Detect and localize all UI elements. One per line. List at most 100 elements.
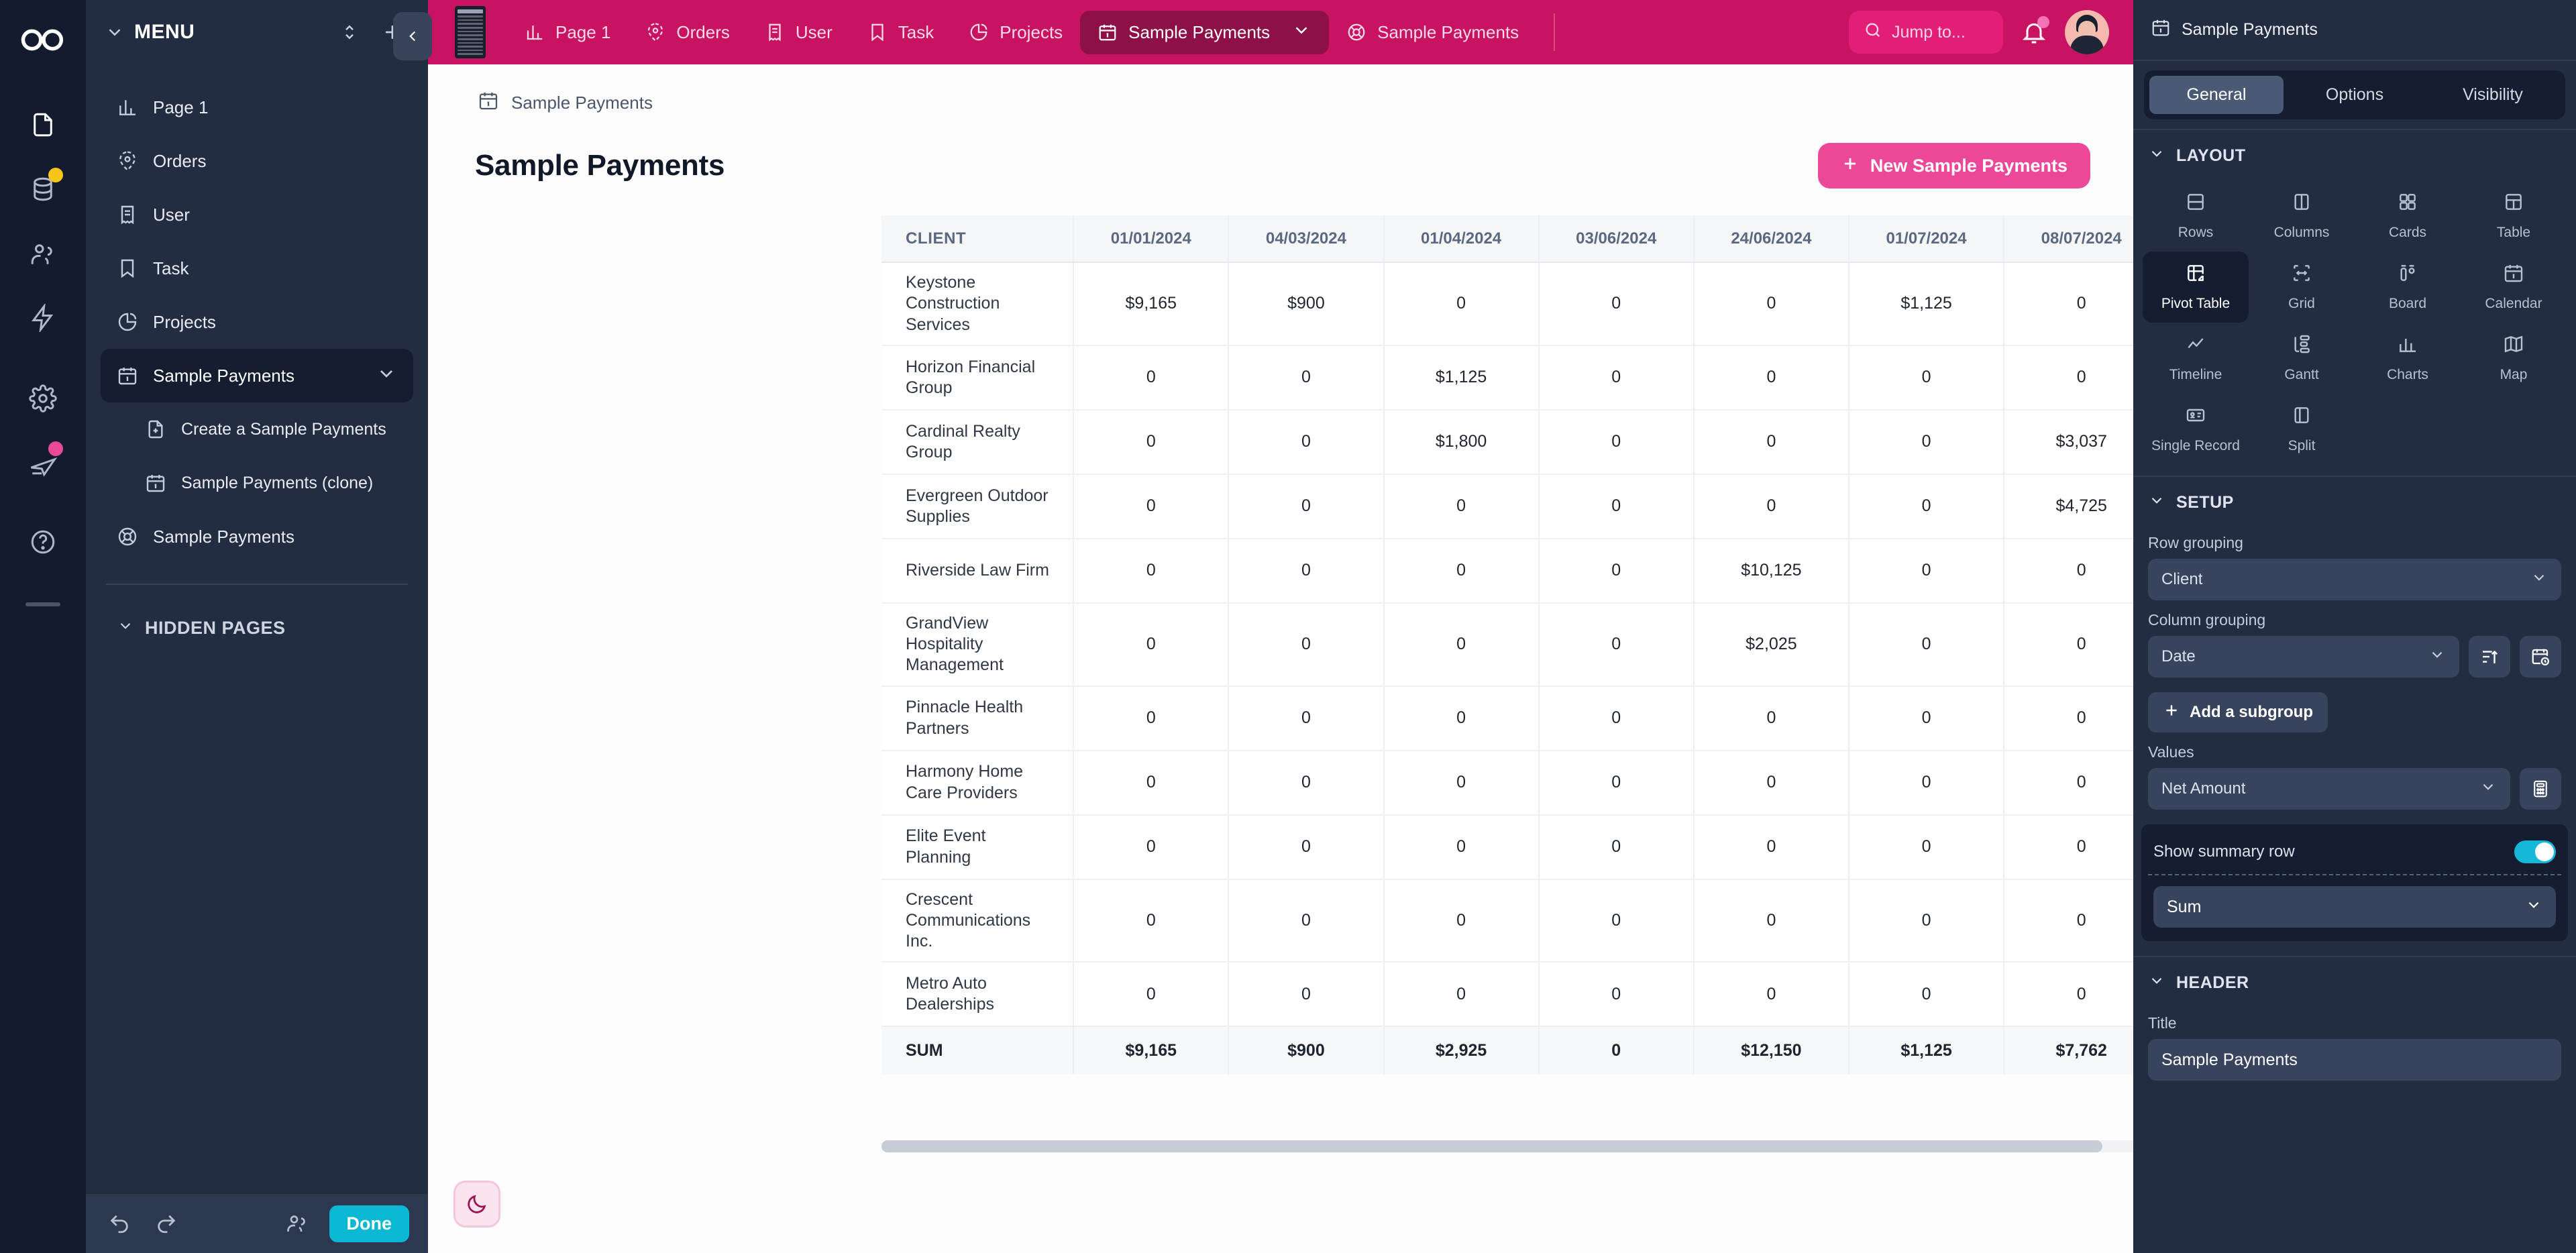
table-cell[interactable]: 0 [1693,879,1849,963]
table-row[interactable]: Horizon Financial Group00$1,12500000$225… [881,345,2133,411]
table-cell[interactable]: $9,165 [1073,262,1230,346]
table-cell[interactable]: 0 [1848,474,2005,539]
show-summary-toggle[interactable] [2514,840,2556,863]
table-cell[interactable]: 0 [1848,345,2005,411]
table-cell[interactable]: 0 [1538,538,1695,604]
table-cell[interactable]: 0 [1538,602,1695,687]
column-grouping-select[interactable]: Date [2148,636,2459,677]
table-cell[interactable]: 0 [2004,538,2133,604]
table-cell[interactable]: 0 [1848,814,2005,880]
table-row[interactable]: Riverside Law Firm0000$10,12500$2,02500 [881,538,2133,604]
tab-projects[interactable]: Projects [951,13,1080,52]
table-cell[interactable]: 0 [1073,538,1230,604]
layout-option-timeline[interactable]: Timeline [2143,323,2249,394]
layout-option-columns[interactable]: Columns [2249,180,2355,252]
dark-mode-toggle[interactable] [453,1181,500,1228]
table-cell[interactable]: 0 [1383,538,1540,604]
header-section-header[interactable]: HEADER [2133,957,2576,1003]
table-cell[interactable]: 0 [2004,750,2133,816]
table-cell[interactable]: 0 [1073,686,1230,751]
tab-options[interactable]: Options [2288,76,2422,114]
scrollbar-thumb[interactable] [881,1140,2102,1152]
table-cell[interactable]: 0 [1693,686,1849,751]
column-header-date[interactable]: 01/07/2024 [1848,215,2005,263]
tab-user[interactable]: User [747,13,850,52]
column-header-date[interactable]: 01/01/2024 [1073,215,1230,263]
column-header-date[interactable]: 01/04/2024 [1383,215,1540,263]
layout-option-rows[interactable]: Rows [2143,180,2249,252]
calculator-icon[interactable] [2520,768,2561,810]
table-cell[interactable]: 0 [1693,962,1849,1028]
page-thumbnail[interactable] [455,6,486,58]
table-cell[interactable]: 0 [1693,409,1849,475]
table-cell[interactable]: 0 [1228,409,1385,475]
column-header-date[interactable]: 03/06/2024 [1538,215,1695,263]
table-row[interactable]: Evergreen Outdoor Supplies000000$4,725$1… [881,474,2133,539]
tab-sample-payments[interactable]: Sample Payments [1080,10,1330,54]
table-cell[interactable]: 0 [1228,602,1385,687]
table-cell[interactable]: $1,800 [1383,409,1540,475]
tab-task[interactable]: Task [850,13,951,52]
table-cell[interactable]: 0 [2004,879,2133,963]
table-cell[interactable]: 0 [1073,409,1230,475]
table-row[interactable]: Harmony Home Care Providers00000000$2250 [881,750,2133,816]
bell-icon[interactable] [2021,16,2049,46]
jump-to-search[interactable]: Jump to... [1849,11,2003,54]
tab-general[interactable]: General [2149,76,2284,114]
table-cell[interactable]: 0 [2004,602,2133,687]
table-cell[interactable]: 0 [1383,602,1540,687]
table-cell[interactable]: 0 [1228,814,1385,880]
menu-item-sample-payments[interactable]: Sample Payments [101,349,413,402]
table-cell[interactable]: 0 [1383,686,1540,751]
table-cell[interactable]: 0 [1073,879,1230,963]
table-cell[interactable]: 0 [1848,538,2005,604]
table-cell[interactable]: 0 [1073,962,1230,1028]
undo-icon[interactable] [105,1209,134,1238]
table-row[interactable]: Pinnacle Health Partners0000000$6,30000$… [881,686,2133,751]
table-cell[interactable]: 0 [1383,962,1540,1028]
layout-option-pivot-table[interactable]: Pivot Table [2143,252,2249,323]
table-cell[interactable]: 0 [1538,262,1695,346]
sort-toggle-icon[interactable] [339,22,360,42]
table-cell[interactable]: 0 [1073,814,1230,880]
breadcrumb[interactable]: Sample Payments [428,64,2133,116]
column-header-date[interactable]: 08/07/2024 [2004,215,2133,263]
layout-option-gantt[interactable]: Gantt [2249,323,2355,394]
summary-function-select[interactable]: Sum [2153,886,2556,928]
table-cell[interactable]: 0 [2004,345,2133,411]
table-cell[interactable]: 0 [2004,814,2133,880]
table-cell[interactable]: 0 [1538,750,1695,816]
layout-option-charts[interactable]: Charts [2355,323,2461,394]
table-cell[interactable]: 0 [1538,686,1695,751]
table-cell[interactable]: $2,025 [1693,602,1849,687]
layout-option-map[interactable]: Map [2461,323,2567,394]
menu-item-user[interactable]: User [101,188,413,241]
rail-item-publish[interactable] [15,435,71,491]
table-cell[interactable]: 0 [1228,750,1385,816]
table-cell[interactable]: 0 [1848,962,2005,1028]
tab-sample-payments-support[interactable]: Sample Payments [1329,13,1536,52]
table-cell[interactable]: 0 [1848,686,2005,751]
infinity-logo[interactable] [19,16,66,63]
table-cell[interactable]: 0 [1538,814,1695,880]
table-cell[interactable]: 0 [1383,750,1540,816]
table-cell[interactable]: 0 [1228,538,1385,604]
table-cell[interactable]: 0 [1848,750,2005,816]
column-header-date[interactable]: 04/03/2024 [1228,215,1385,263]
collaborators-icon[interactable] [282,1209,312,1238]
layout-option-single-record[interactable]: Single Record [2143,394,2249,465]
menu-item-create-a-sample-payments[interactable]: Create a Sample Payments [101,402,413,456]
rail-item-pages[interactable] [15,97,71,153]
chevron-down-icon[interactable] [376,363,397,389]
table-cell[interactable]: 0 [1848,879,2005,963]
layout-option-split[interactable]: Split [2249,394,2355,465]
table-cell[interactable]: 0 [1693,814,1849,880]
table-cell[interactable]: 0 [1228,962,1385,1028]
table-row[interactable]: Metro Auto Dealerships0000000000 [881,962,2133,1028]
table-cell[interactable]: 0 [1383,262,1540,346]
menu-item-projects[interactable]: Projects [101,295,413,349]
table-cell[interactable]: $1,125 [1383,345,1540,411]
layout-option-board[interactable]: Board [2355,252,2461,323]
menu-item-task[interactable]: Task [101,241,413,295]
chevron-down-icon[interactable] [1291,20,1311,45]
